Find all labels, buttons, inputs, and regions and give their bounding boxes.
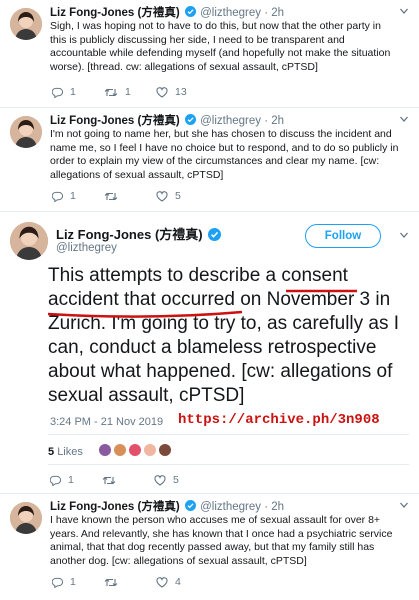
like-icon (156, 190, 168, 202)
author-name[interactable]: Liz Fong-Jones (方禮真) (50, 501, 180, 513)
tweet-time[interactable]: 2h (271, 7, 284, 19)
chevron-down-icon[interactable] (399, 6, 409, 16)
like-button[interactable]: 4 (156, 576, 208, 588)
reply-count: 1 (70, 576, 76, 588)
likes-label: Likes (57, 446, 83, 458)
avatar[interactable] (10, 502, 42, 534)
tweet-timestamp[interactable]: 3:24 PM - 21 Nov 2019 (50, 416, 163, 428)
like-icon (156, 86, 168, 98)
verified-icon (208, 228, 222, 241)
reply-count: 1 (70, 86, 76, 98)
liker-avatar[interactable] (98, 443, 112, 457)
reply-button[interactable]: 1 (52, 86, 104, 98)
reply-icon (50, 475, 61, 486)
like-icon (154, 474, 166, 486)
author-handle[interactable]: @lizthegrey (200, 7, 261, 19)
like-icon (156, 576, 168, 588)
author-handle[interactable]: @lizthegrey (200, 501, 261, 513)
chevron-down-icon[interactable] (399, 230, 409, 240)
tweet-actions: 1 4 (52, 576, 208, 588)
divider (48, 434, 409, 435)
retweet-count: 1 (125, 86, 131, 98)
separator-dot: · (264, 7, 269, 19)
reply-icon (52, 87, 63, 98)
liker-avatar[interactable] (128, 443, 142, 457)
like-count: 5 (175, 190, 181, 202)
tweet-text: Sigh, I was hoping not to have to do thi… (50, 20, 391, 73)
like-count: 5 (173, 474, 179, 486)
retweet-button[interactable]: 1 (104, 86, 156, 98)
retweet-button[interactable] (102, 475, 154, 486)
reply-count: 1 (68, 474, 74, 486)
like-button[interactable]: 13 (156, 86, 208, 98)
reply-button[interactable]: 1 (50, 474, 102, 486)
retweet-icon (104, 192, 118, 200)
reply-button[interactable]: 1 (52, 576, 104, 588)
author-name[interactable]: Liz Fong-Jones (方禮真) (50, 115, 180, 127)
separator-dot: · (264, 501, 269, 513)
verified-icon (184, 6, 196, 17)
tweet-text: I'm not going to name her, but she has c… (50, 128, 399, 181)
tweet-actions: 1 1 13 (52, 86, 208, 98)
avatar[interactable] (10, 8, 42, 40)
tweet-1[interactable]: Liz Fong-Jones (方禮真) @lizthegrey · 2h Si… (0, 0, 419, 108)
tweet-text: I have known the person who accuses me o… (50, 514, 393, 567)
chevron-down-icon[interactable] (399, 500, 409, 510)
author-handle[interactable]: @lizthegrey (56, 242, 117, 254)
retweet-icon (104, 578, 118, 586)
liker-avatars[interactable] (98, 443, 173, 457)
tweet-actions: 1 5 (52, 190, 208, 202)
author-name[interactable]: Liz Fong-Jones (方禮真) (50, 7, 180, 19)
tweet-2[interactable]: Liz Fong-Jones (方禮真) @lizthegrey · 2h I'… (0, 108, 419, 212)
tweet-4[interactable]: Liz Fong-Jones (方禮真) @lizthegrey · 2h I … (0, 494, 419, 600)
tweet-time[interactable]: 2h (271, 501, 284, 513)
like-count: 4 (175, 576, 181, 588)
reply-icon (52, 577, 63, 588)
verified-icon (184, 114, 196, 125)
tweet-header: Liz Fong-Jones (方禮真) @lizthegrey · 2h (50, 4, 284, 20)
tweet-header: Liz Fong-Jones (方禮真) @lizthegrey · 2h (50, 112, 284, 128)
like-button[interactable]: 5 (156, 190, 208, 202)
avatar[interactable] (10, 222, 48, 260)
main-tweet: Liz Fong-Jones (方禮真) @lizthegrey Follow … (0, 212, 419, 494)
liker-avatar[interactable] (113, 443, 127, 457)
main-name-row: Liz Fong-Jones (方禮真) (56, 224, 222, 243)
tweet-actions: 1 5 (50, 474, 206, 486)
verified-icon (184, 500, 196, 511)
likes-total: 5 (48, 446, 55, 458)
retweet-icon (104, 88, 118, 96)
divider (48, 464, 409, 465)
main-tweet-text: This attempts to describe a consent acci… (48, 265, 400, 406)
avatar[interactable] (10, 116, 42, 148)
like-count: 13 (175, 86, 187, 98)
retweet-icon (102, 476, 116, 484)
reply-button[interactable]: 1 (52, 190, 104, 202)
liker-avatar[interactable] (158, 443, 172, 457)
author-name[interactable]: Liz Fong-Jones (方禮真) (56, 227, 203, 242)
likes-stat[interactable]: 5 Likes (48, 446, 83, 458)
reply-count: 1 (70, 190, 76, 202)
liker-avatar[interactable] (143, 443, 157, 457)
like-button[interactable]: 5 (154, 474, 206, 486)
tweet-time[interactable]: 2h (271, 115, 284, 127)
retweet-button[interactable] (104, 577, 156, 588)
author-handle[interactable]: @lizthegrey (200, 115, 261, 127)
archive-link-annotation[interactable]: https://archive.ph/3n908 (178, 412, 380, 428)
chevron-down-icon[interactable] (399, 114, 409, 124)
reply-icon (52, 191, 63, 202)
follow-button[interactable]: Follow (305, 224, 381, 248)
retweet-button[interactable] (104, 191, 156, 202)
tweet-header: Liz Fong-Jones (方禮真) @lizthegrey · 2h (50, 498, 284, 514)
separator-dot: · (264, 115, 269, 127)
